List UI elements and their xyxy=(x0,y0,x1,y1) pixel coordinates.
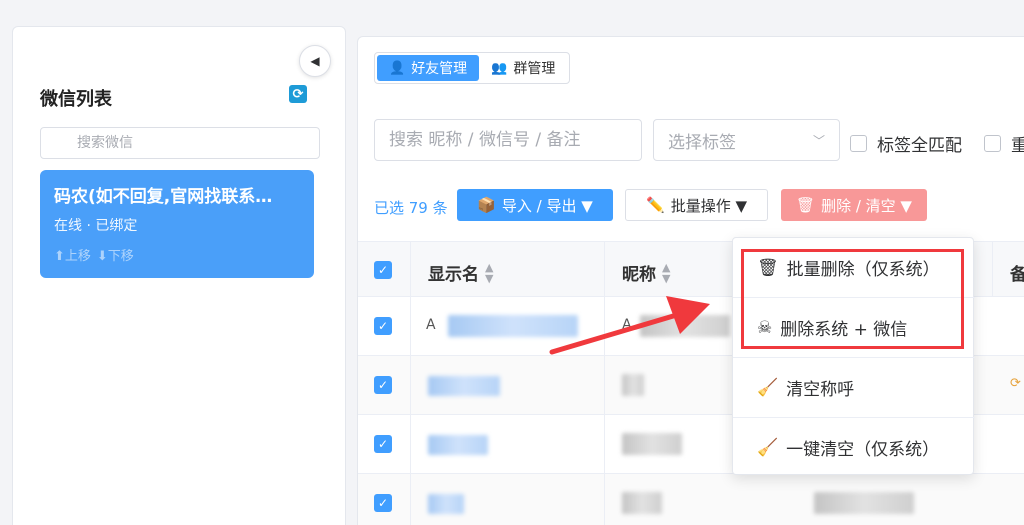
col-display-name[interactable]: 显示名 ▲ ▼ xyxy=(428,260,494,286)
blurred-display-name xyxy=(428,435,488,455)
tab-label: 好友管理 xyxy=(411,61,468,77)
remark-icon: ⟳ xyxy=(1010,376,1021,391)
row-display-initial: A xyxy=(426,317,436,333)
broom-icon: 🧹 xyxy=(757,377,779,398)
blurred-nickname xyxy=(622,374,644,396)
checkbox-box xyxy=(850,135,867,152)
tab-friend-management[interactable]: 👤 好友管理 xyxy=(377,55,480,81)
account-card[interactable]: 码农(如不回复,官网找联系… 在线 · 已绑定 ⬆上移 ⬇下移 xyxy=(40,170,314,278)
tab-group-management[interactable]: 👥 群管理 xyxy=(479,55,567,81)
account-name: 码农(如不回复,官网找联系… xyxy=(54,187,273,207)
header-label: 备 xyxy=(1010,265,1024,285)
pencil-icon: ✏️ xyxy=(646,196,665,214)
sort-icon: ▲ ▼ xyxy=(485,260,494,285)
select-all-checkbox[interactable]: ✓ xyxy=(374,261,392,279)
tab-label: 群管理 xyxy=(513,61,556,77)
friend-search-input[interactable] xyxy=(374,119,642,161)
collapse-panel-button[interactable]: ◀ xyxy=(299,45,331,77)
tag-select-placeholder: 选择标签 xyxy=(668,132,736,153)
blurred-nickname xyxy=(622,492,662,514)
menu-item-label: 一键清空（仅系统） xyxy=(786,440,940,460)
table-row[interactable]: ✓ xyxy=(358,474,1024,525)
checkbox-box xyxy=(984,135,1001,152)
blurred-cell xyxy=(814,492,914,514)
user-icon: 👤 xyxy=(389,60,406,76)
menu-item-label: 清空称呼 xyxy=(786,380,855,400)
move-up-button[interactable]: ⬆上移 xyxy=(54,245,91,264)
menu-item-clear-title[interactable]: 🧹 清空称呼 xyxy=(733,358,975,417)
selected-count: 已选 79 条 xyxy=(374,199,448,217)
sort-icon: ▲ ▼ xyxy=(662,260,671,285)
blurred-nickname xyxy=(622,433,682,455)
row-checkbox[interactable]: ✓ xyxy=(374,376,392,394)
header-label: 昵称 xyxy=(622,265,656,285)
package-icon: 📦 xyxy=(477,196,496,214)
account-status: 在线 · 已绑定 xyxy=(54,218,138,234)
import-export-button[interactable]: 📦 导入 / 导出 ▼ xyxy=(457,189,613,221)
chevron-down-icon: ﹀ xyxy=(812,134,825,148)
refresh-icon[interactable]: ⟳ xyxy=(289,85,307,103)
panel-title: 微信列表 xyxy=(40,89,112,110)
checkbox-label: 重 xyxy=(1011,136,1024,156)
blurred-display-name xyxy=(428,494,464,514)
col-nickname[interactable]: 昵称 ▲ ▼ xyxy=(622,260,671,286)
button-label: 导入 / 导出 ▼ xyxy=(501,196,593,215)
tab-group: 👤 好友管理 👥 群管理 xyxy=(374,52,571,84)
search-wechat-input[interactable] xyxy=(40,127,320,159)
menu-item-clear-all-system[interactable]: 🧹 一键清空（仅系统） xyxy=(733,418,975,477)
broom-icon: 🧹 xyxy=(757,437,779,458)
move-down-button[interactable]: ⬇下移 xyxy=(97,245,134,264)
button-label: 删除 / 清空 ▼ xyxy=(821,196,912,215)
checkbox-label: 标签全匹配 xyxy=(877,136,962,156)
users-icon: 👥 xyxy=(491,60,508,76)
col-remark[interactable]: 备 xyxy=(1010,260,1024,285)
button-label: 批量操作 ▼ xyxy=(670,196,747,215)
annotation-highlight-box xyxy=(741,249,964,349)
tag-match-all-checkbox[interactable]: 标签全匹配 xyxy=(850,131,962,156)
tag-select[interactable]: 选择标签 ﹀ xyxy=(653,119,840,161)
header-label: 显示名 xyxy=(428,265,479,285)
blurred-display-name xyxy=(428,376,500,396)
batch-operations-button[interactable]: ✏️ 批量操作 ▼ xyxy=(625,189,768,221)
row-checkbox[interactable]: ✓ xyxy=(374,494,392,512)
trash-icon: 🗑 xyxy=(796,196,816,214)
annotation-arrow-icon xyxy=(549,296,710,355)
triangle-left-icon: ◀ xyxy=(310,54,320,68)
wechat-list-panel: ◀ 微信列表 ⟳ 码农(如不回复,官网找联系… 在线 · 已绑定 ⬆上移 ⬇下移 xyxy=(12,26,346,525)
row-checkbox[interactable]: ✓ xyxy=(374,435,392,453)
second-checkbox[interactable]: 重 xyxy=(984,131,1024,156)
delete-clear-button[interactable]: 🗑 删除 / 清空 ▼ xyxy=(781,189,927,221)
row-checkbox[interactable]: ✓ xyxy=(374,317,392,335)
